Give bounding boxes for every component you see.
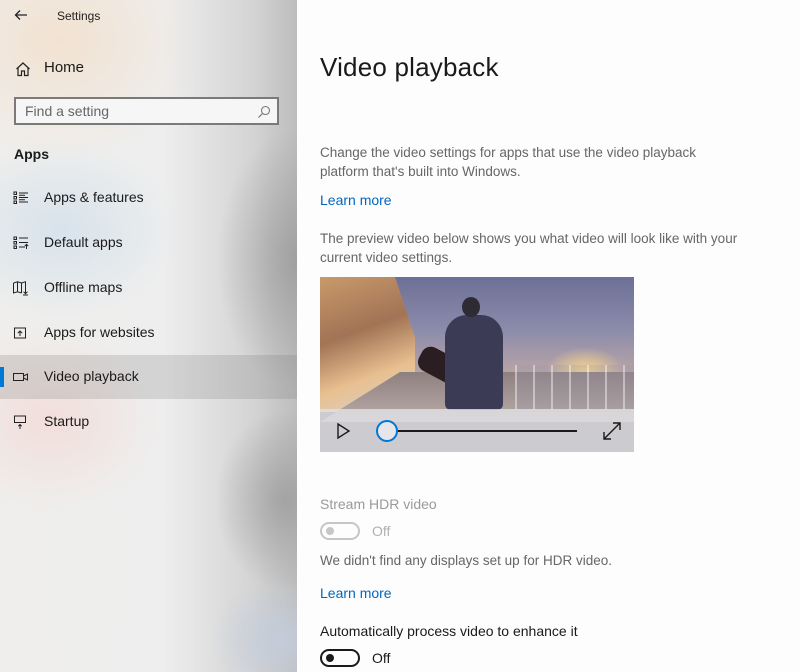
seek-thumb[interactable]: [376, 420, 398, 442]
sidebar-item-label: Apps & features: [44, 189, 144, 205]
auto-process-label: Automatically process video to enhance i…: [320, 623, 578, 639]
sidebar-item-label: Video playback: [44, 368, 139, 384]
apps-features-icon: [13, 191, 28, 204]
title-bar: Settings: [0, 0, 297, 32]
toggle-knob: [326, 527, 334, 535]
video-controls: [320, 409, 634, 452]
video-frame-person-head: [462, 297, 480, 317]
sidebar-item-startup[interactable]: Startup: [0, 400, 297, 444]
section-title: Apps: [14, 146, 49, 162]
sidebar-item-apps-features[interactable]: Apps & features: [0, 176, 297, 220]
hdr-toggle[interactable]: [320, 522, 360, 540]
auto-process-toggle-state: Off: [372, 650, 391, 666]
sidebar-item-label: Default apps: [44, 234, 123, 250]
app-title: Settings: [57, 9, 101, 23]
auto-process-toggle[interactable]: [320, 649, 360, 667]
sidebar-item-video-playback[interactable]: Video playback: [0, 355, 297, 399]
page-title: Video playback: [320, 52, 499, 82]
intro-text: Change the video settings for apps that …: [320, 145, 696, 179]
sidebar-item-default-apps[interactable]: Default apps: [0, 221, 297, 265]
home-label: Home: [44, 59, 85, 76]
play-icon[interactable]: [334, 421, 354, 441]
video-frame-fence: [515, 365, 634, 410]
active-indicator: [0, 367, 4, 387]
sidebar-item-label: Startup: [44, 413, 90, 429]
video-camera-icon: [13, 373, 28, 381]
sidebar-item-offline-maps[interactable]: Offline maps: [0, 266, 297, 310]
default-apps-icon: [13, 236, 29, 249]
toggle-knob: [326, 654, 334, 662]
sidebar: Settings Home Apps Apps & features: [0, 0, 297, 672]
video-frame-person: [445, 315, 503, 410]
preview-description: The preview video below shows you what v…: [320, 231, 738, 265]
learn-more-link[interactable]: Learn more: [320, 192, 392, 208]
apps-for-websites-icon: [14, 327, 26, 339]
sidebar-item-home[interactable]: Home: [0, 52, 297, 84]
main-content: Video playback Change the video settings…: [297, 0, 800, 672]
hdr-note: We didn't find any displays set up for H…: [320, 553, 612, 568]
hdr-learn-more-link[interactable]: Learn more: [320, 585, 392, 601]
fullscreen-expand-icon[interactable]: [601, 420, 623, 442]
sidebar-item-label: Apps for websites: [44, 324, 155, 340]
sidebar-item-apps-for-websites[interactable]: Apps for websites: [0, 311, 297, 355]
video-preview[interactable]: [320, 277, 634, 452]
home-icon: [16, 62, 30, 77]
seek-bar[interactable]: [386, 430, 577, 432]
offline-maps-icon: [13, 281, 28, 296]
startup-icon: [14, 415, 26, 429]
search-box[interactable]: [14, 97, 279, 125]
hdr-setting-label: Stream HDR video: [320, 496, 437, 512]
back-button[interactable]: [8, 4, 36, 28]
back-arrow-icon: [14, 10, 27, 20]
sidebar-item-label: Offline maps: [44, 279, 123, 295]
hdr-toggle-state: Off: [372, 523, 391, 539]
search-icon[interactable]: [257, 105, 271, 119]
search-input[interactable]: [16, 99, 255, 123]
